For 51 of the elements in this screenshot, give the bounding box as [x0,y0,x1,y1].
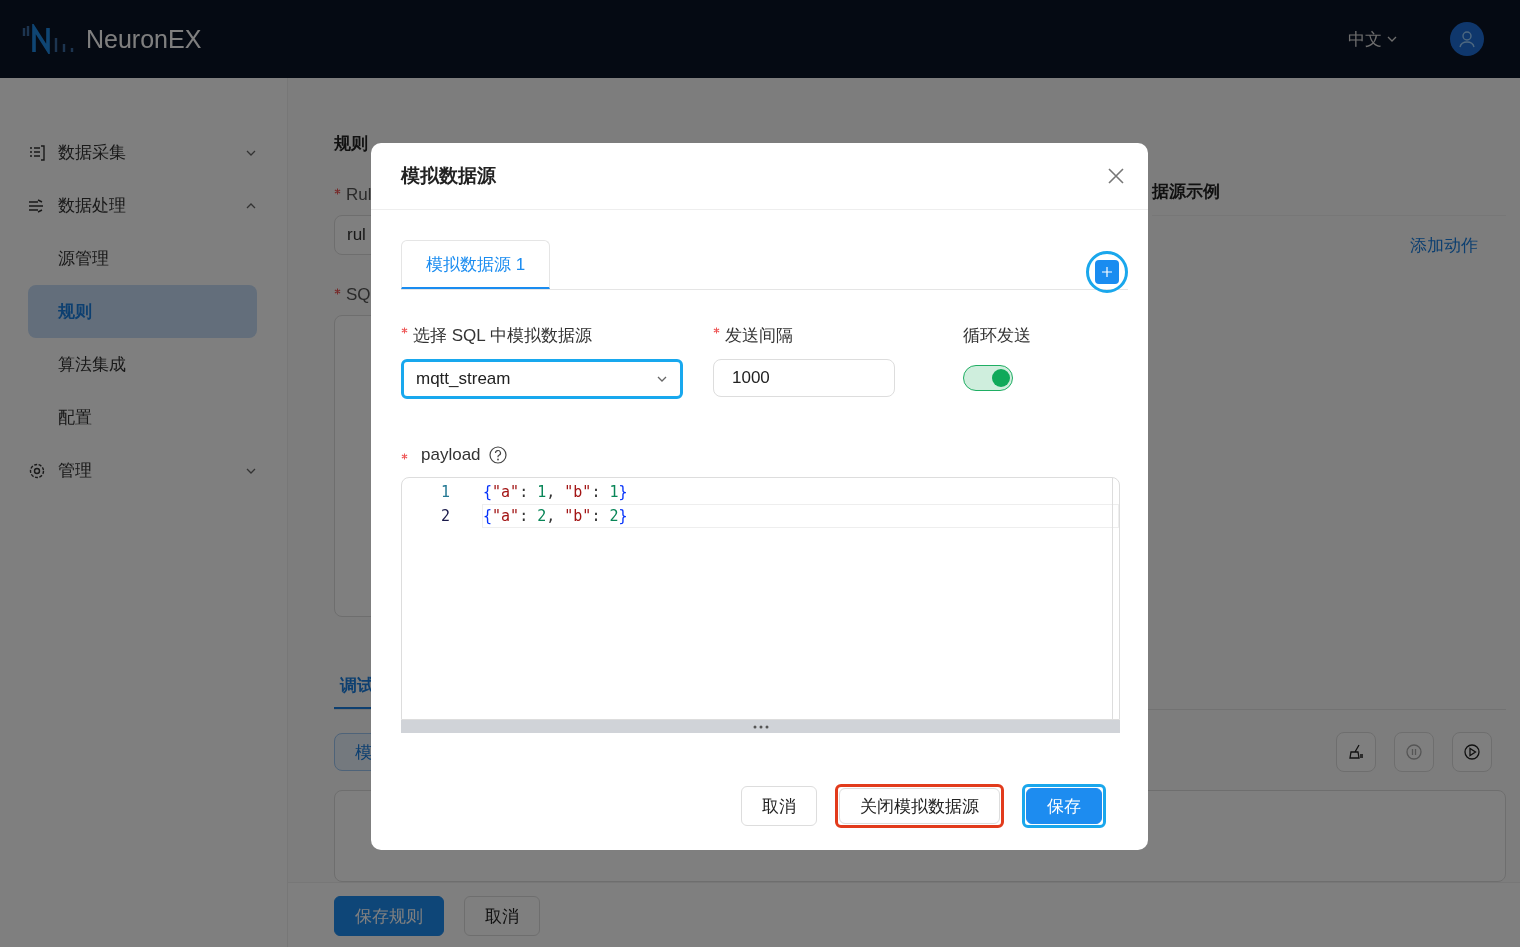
sidebar-item[interactable]: 配置 [28,391,257,444]
field-label: SQ [346,285,371,304]
cancel-button[interactable]: 取消 [464,896,540,936]
language-selector[interactable]: 中文 [1342,26,1404,52]
plus-icon [1101,266,1113,278]
sidebar-group-label: 管理 [58,460,92,482]
play-icon [1462,742,1482,762]
interval-input[interactable]: 1000 [713,359,895,397]
play-button[interactable] [1452,732,1492,772]
loop-switch[interactable] [963,365,1013,391]
brand-name: NeuronEX [86,24,202,54]
field-label: 发送间隔 [725,326,793,345]
code-line: {"a": 1, "b": 1} [482,482,629,503]
sidebar-group[interactable]: 管理 [28,444,257,497]
sidebar-group[interactable]: 数据采集 [28,126,257,179]
sidebar-item[interactable]: 算法集成 [28,338,257,391]
resize-handle[interactable] [401,720,1120,733]
code-editor[interactable]: 1 {"a": 1, "b": 1} 2 {"a": 2, "b": 2} [401,477,1120,720]
user-icon [1457,29,1477,49]
list-icon [28,143,46,162]
broom-icon [1346,742,1366,762]
dialog-title: 模拟数据源 [401,164,496,188]
cancel-button[interactable]: 取消 [741,786,817,826]
field-label: 选择 SQL 中模拟数据源 [413,326,592,345]
save-button[interactable]: 保存 [1026,788,1102,824]
close-button[interactable] [1106,166,1126,186]
breadcrumb-item[interactable]: 规则 [334,132,368,155]
field-label: payload [421,445,481,465]
source-tab[interactable]: 模拟数据源 1 [401,240,551,289]
add-action-link[interactable]: 添加动作 [1410,234,1478,257]
broom-button[interactable] [1336,732,1376,772]
sidebar-group[interactable]: 数据处理 [28,179,257,232]
close-icon [1106,166,1126,186]
line-number: 1 [439,483,450,501]
sliders-icon [28,196,46,215]
logo-icon [22,24,76,54]
source-select[interactable]: mqtt_stream [401,359,683,399]
panel-title: 据源示例 [1152,180,1506,216]
help-icon[interactable] [488,446,507,464]
add-tab-button[interactable] [1095,260,1119,284]
field-label: 循环发送 [963,326,1031,345]
field-label: Rul [346,185,372,204]
sidebar-item[interactable]: 源管理 [28,232,257,285]
pause-icon [1404,742,1424,762]
line-number: 2 [439,507,450,525]
close-source-button[interactable]: 关闭模拟数据源 [839,788,1000,824]
sidebar-group-label: 数据采集 [58,142,126,164]
save-rule-button[interactable]: 保存规则 [334,896,444,936]
settings-icon [28,461,46,480]
sidebar-group-label: 数据处理 [58,195,126,217]
user-avatar[interactable] [1450,22,1484,56]
